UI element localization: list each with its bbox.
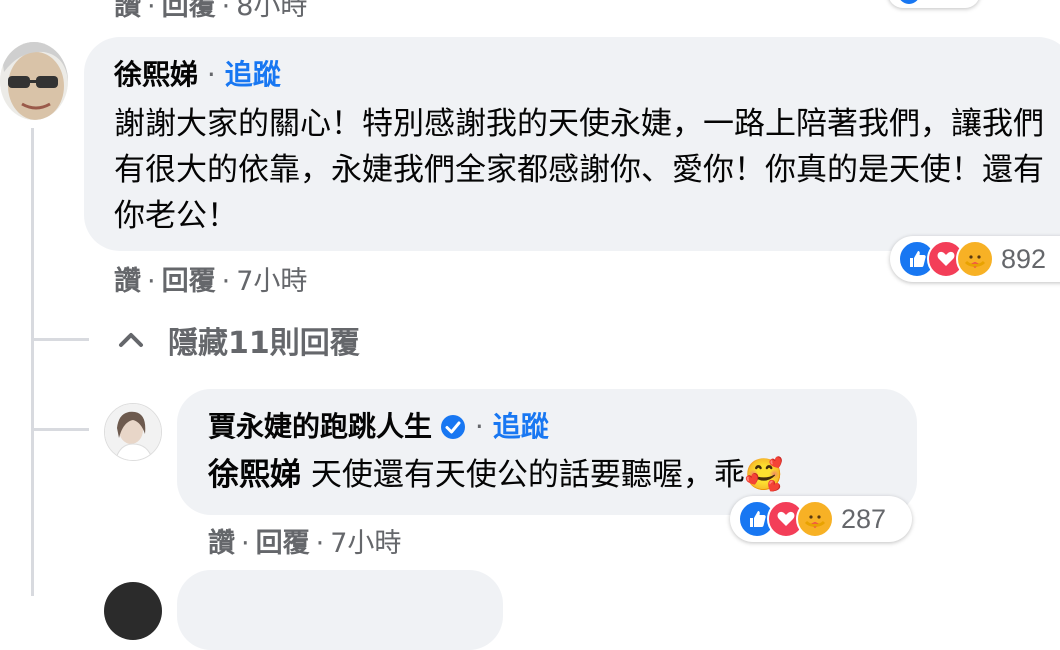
timestamp[interactable]: 7小時 xyxy=(330,528,401,559)
previous-comment-actions: 讚 · 回覆 · 8小時 xyxy=(114,0,307,23)
avatar[interactable] xyxy=(104,582,162,640)
reply-header: 賈永婕的跑跳人生 · 追蹤 xyxy=(208,407,549,447)
smiling-hearts-emoji: 🥰 xyxy=(744,457,784,493)
care-reaction-icon xyxy=(796,500,834,538)
comment-header: 徐熙娣 · 追蹤 xyxy=(114,55,281,95)
follow-link[interactable]: 追蹤 xyxy=(493,407,549,447)
reaction-count: 287 xyxy=(841,503,887,534)
reply-author[interactable]: 賈永婕的跑跳人生 xyxy=(208,407,432,447)
comment-author[interactable]: 徐熙娣 xyxy=(114,58,198,91)
next-reply-bubble xyxy=(177,570,503,650)
reply-body: 天使還有天使公的話要聽喔，乖 xyxy=(310,457,745,493)
separator-dot: · xyxy=(466,410,493,443)
like-reaction-icon xyxy=(898,0,920,4)
hide-replies-button[interactable]: 隱藏11則回覆 xyxy=(116,318,360,362)
reaction-summary[interactable]: 287 xyxy=(730,496,912,542)
care-reaction-icon xyxy=(956,240,994,278)
comment-text: 謝謝大家的關心！特別感謝我的天使永婕，一路上陪著我們，讓我們有很大的依靠，永婕我… xyxy=(114,106,1044,234)
thread-branch xyxy=(31,338,89,341)
avatar-image xyxy=(105,404,161,460)
chevron-up-icon xyxy=(119,333,143,347)
thread-branch xyxy=(31,428,89,431)
verified-badge-icon xyxy=(441,415,466,439)
reply-actions: 讚 · 回覆 · 7小時 xyxy=(208,528,402,559)
reply-link[interactable]: 回覆 xyxy=(162,0,216,22)
avatar[interactable] xyxy=(0,42,68,120)
reply-link[interactable]: 回覆 xyxy=(256,528,310,559)
timestamp[interactable]: 8小時 xyxy=(236,0,307,22)
separator-dot: · xyxy=(198,58,225,91)
follow-link[interactable]: 追蹤 xyxy=(225,58,281,91)
like-link[interactable]: 讚 xyxy=(114,266,141,297)
like-link[interactable]: 讚 xyxy=(114,0,141,22)
avatar-image xyxy=(0,42,68,120)
like-link[interactable]: 讚 xyxy=(208,528,235,559)
avatar[interactable] xyxy=(104,403,162,461)
reply-text: 徐熙娣 天使還有天使公的話要聽喔，乖🥰 xyxy=(208,452,908,498)
comment-actions: 讚 · 回覆 · 7小時 xyxy=(114,266,308,297)
reaction-summary[interactable]: 892 xyxy=(890,236,1060,282)
timestamp[interactable]: 7小時 xyxy=(236,266,307,297)
thread-line xyxy=(31,128,34,596)
mention-tag[interactable]: 徐熙娣 xyxy=(208,457,301,493)
hide-replies-label: 隱藏11則回覆 xyxy=(168,326,360,361)
reaction-count: 892 xyxy=(1001,243,1047,274)
previous-reaction-pill[interactable] xyxy=(888,0,980,8)
reply-link[interactable]: 回覆 xyxy=(162,266,216,297)
